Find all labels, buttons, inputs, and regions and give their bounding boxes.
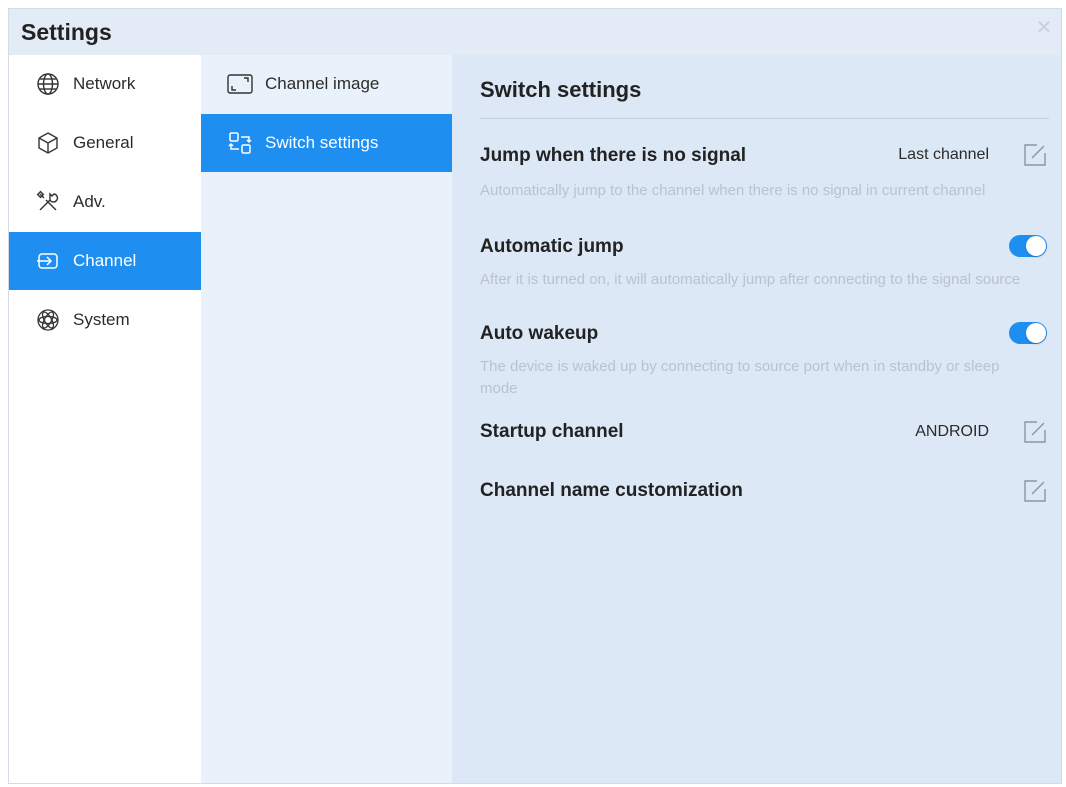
sidebar-item-adv[interactable]: Adv. xyxy=(9,173,201,231)
section-title: Switch settings xyxy=(480,77,642,102)
sidebar-item-channel[interactable]: Channel xyxy=(9,232,201,290)
window-title: Settings xyxy=(21,19,112,45)
setting-value-startup-channel: ANDROID xyxy=(915,423,989,440)
sidebar-item-system[interactable]: System xyxy=(9,291,201,349)
subnav-item-label: Switch settings xyxy=(265,133,379,152)
tools-icon xyxy=(35,189,61,215)
setting-title-no-signal-jump: Jump when there is no signal xyxy=(480,145,747,166)
edit-icon[interactable] xyxy=(1023,420,1047,444)
switch-icon xyxy=(227,130,253,156)
title-bar: Settings ✕ xyxy=(9,9,1061,55)
cube-icon xyxy=(35,130,61,156)
sidebar-item-general[interactable]: General xyxy=(9,114,201,172)
subnav: Channel image Switch settings xyxy=(201,55,452,783)
setting-desc-no-signal-jump: Automatically jump to the channel when t… xyxy=(480,182,986,199)
setting-title-automatic-jump: Automatic jump xyxy=(480,236,624,257)
auto-wakeup-toggle[interactable] xyxy=(1009,322,1047,344)
sidebar-item-label: Network xyxy=(73,74,136,93)
close-icon[interactable]: ✕ xyxy=(1035,18,1053,38)
edit-icon[interactable] xyxy=(1023,143,1047,167)
toggle-knob xyxy=(1026,236,1046,256)
sidebar-item-label: Adv. xyxy=(73,192,106,211)
setting-desc-automatic-jump: After it is turned on, it will automatic… xyxy=(480,271,1021,288)
edit-icon[interactable] xyxy=(1023,479,1047,503)
subnav-item-channel-image[interactable]: Channel image xyxy=(201,55,452,113)
setting-title-startup-channel: Startup channel xyxy=(480,421,624,442)
subnav-item-label: Channel image xyxy=(265,74,380,93)
sidebar-item-label: Channel xyxy=(73,251,137,270)
sidebar-item-label: General xyxy=(73,133,134,152)
settings-window: Settings ✕ Network General Adv. Channel … xyxy=(8,8,1062,784)
automatic-jump-toggle[interactable] xyxy=(1009,235,1047,257)
setting-desc-auto-wakeup: The device is waked up by connecting to … xyxy=(480,358,1000,397)
atom-icon xyxy=(35,307,61,333)
divider xyxy=(480,118,1049,119)
toggle-knob xyxy=(1026,323,1046,343)
setting-title-channel-name: Channel name customization xyxy=(480,480,743,501)
globe-icon xyxy=(35,71,61,97)
channel-icon xyxy=(35,248,61,274)
sidebar-item-network[interactable]: Network xyxy=(9,55,201,113)
frame-icon xyxy=(227,71,253,97)
sidebar-item-label: System xyxy=(73,310,130,329)
setting-value-no-signal-jump: Last channel xyxy=(898,146,989,163)
setting-title-auto-wakeup: Auto wakeup xyxy=(480,323,599,344)
main-panel: Switch settings Jump when there is no si… xyxy=(452,55,1061,783)
subnav-item-switch-settings[interactable]: Switch settings xyxy=(201,114,452,172)
sidebar: Network General Adv. Channel System xyxy=(9,55,201,783)
